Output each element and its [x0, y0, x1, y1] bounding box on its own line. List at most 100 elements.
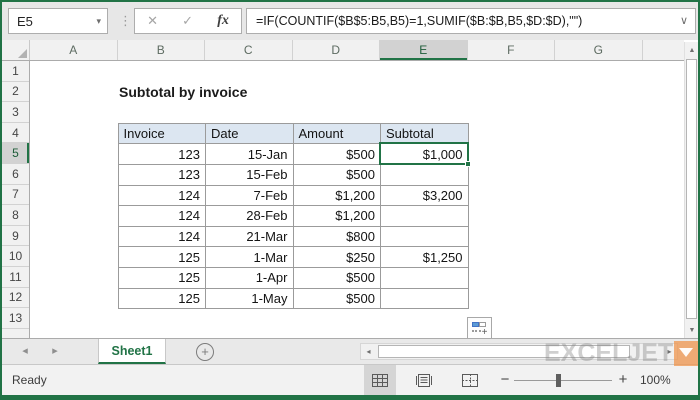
table-cell[interactable]: $500 [293, 267, 381, 289]
table-row: 125 1-Apr $500 [118, 267, 469, 289]
tab-sheet1[interactable]: Sheet1 [98, 339, 166, 364]
table-cell[interactable]: 123 [118, 144, 206, 165]
column-header-e[interactable]: E [380, 40, 468, 60]
add-sheet-button[interactable]: + [196, 343, 214, 361]
row-header-9[interactable]: 9 [2, 226, 29, 247]
row-header-12[interactable]: 12 [2, 288, 29, 309]
vertical-scrollbar[interactable]: ▲ ▼ [684, 42, 698, 338]
table-cell[interactable]: $1,000 [381, 144, 469, 165]
row-header-8[interactable]: 8 [2, 205, 29, 226]
formula-input[interactable]: =IF(COUNTIF($B$5:B5,B5)=1,SUMIF($B:$B,B5… [246, 8, 696, 34]
column-header-a[interactable]: A [30, 40, 118, 60]
page-layout-view-button[interactable] [408, 365, 440, 395]
formula-bar-splitter[interactable]: ⋮ [119, 14, 132, 27]
select-all-button[interactable] [2, 40, 30, 60]
quick-analysis-button[interactable]: + [467, 317, 492, 340]
horizontal-scroll-thumb[interactable] [378, 345, 630, 358]
table-cell[interactable]: $1,250 [381, 247, 469, 268]
table-cell[interactable] [381, 288, 469, 310]
tab-nav-left-icon[interactable]: ◂ [18, 339, 32, 364]
table-row: 123 15-Jan $500 $1,000 [118, 144, 469, 165]
table-cell[interactable]: 123 [118, 164, 206, 186]
fill-handle[interactable] [465, 161, 471, 168]
table-cell[interactable]: $250 [293, 247, 381, 268]
table-cell[interactable]: $500 [293, 144, 381, 165]
table-cell[interactable]: 124 [118, 185, 206, 207]
table-cell[interactable]: 15-Jan [206, 144, 294, 165]
quick-analysis-icon: + [471, 322, 488, 338]
table-cell[interactable]: 1-Apr [206, 267, 294, 289]
table-header-subtotal[interactable]: Subtotal [381, 123, 469, 145]
table-row: 125 1-Mar $250 $1,250 [118, 247, 469, 268]
table-cell[interactable]: 124 [118, 226, 206, 248]
table-cell[interactable]: 124 [118, 206, 206, 227]
name-box-chevron-icon[interactable]: ▾ [96, 16, 101, 27]
table-cell[interactable]: $3,200 [381, 185, 469, 207]
table-cell[interactable]: $500 [293, 164, 381, 186]
grid-view-icon [372, 373, 388, 387]
table-cell[interactable]: 15-Feb [206, 164, 294, 186]
title-cell[interactable]: Subtotal by invoice [119, 82, 247, 103]
table-cell[interactable]: 125 [118, 288, 206, 310]
formula-bar: E5 ▾ ⋮ ✕ ✓ fx =IF(COUNTIF($B$5:B5,B5)=1,… [2, 2, 698, 40]
table-cell[interactable]: $1,200 [293, 185, 381, 207]
table-cell[interactable]: 1-May [206, 288, 294, 310]
zoom-level[interactable]: 100% [640, 365, 671, 395]
insert-function-icon[interactable]: fx [217, 13, 229, 29]
vertical-scroll-thumb[interactable] [686, 59, 697, 319]
row-header-13[interactable]: 13 [2, 308, 29, 329]
horizontal-scrollbar[interactable]: ◂ ▸ [360, 343, 678, 360]
table-cell[interactable]: 125 [118, 247, 206, 268]
table-cell[interactable]: 21-Mar [206, 226, 294, 248]
table-cell[interactable] [381, 267, 469, 289]
table-cell[interactable]: 28-Feb [206, 206, 294, 227]
table-cell[interactable]: $500 [293, 288, 381, 310]
scroll-left-icon[interactable]: ◂ [361, 344, 376, 359]
table-cell[interactable]: 7-Feb [206, 185, 294, 207]
table-cell[interactable] [381, 164, 469, 186]
row-header-2[interactable]: 2 [2, 82, 29, 103]
zoom-slider[interactable] [514, 380, 612, 381]
zoom-in-button[interactable]: + [614, 365, 632, 395]
column-header-f[interactable]: F [468, 40, 555, 60]
row-header-4[interactable]: 4 [2, 123, 29, 144]
row-header-6[interactable]: 6 [2, 164, 29, 185]
column-header-d[interactable]: D [293, 40, 380, 60]
table-cell[interactable]: $800 [293, 226, 381, 248]
table-header-date[interactable]: Date [206, 123, 294, 145]
table-cell[interactable] [381, 206, 469, 227]
row-header-5[interactable]: 5 [2, 143, 29, 164]
formula-bar-expand-icon[interactable]: ∨ [680, 14, 688, 27]
scroll-up-icon[interactable]: ▲ [685, 42, 698, 58]
table-cell[interactable]: 1-Mar [206, 247, 294, 268]
select-all-triangle-icon [18, 49, 27, 58]
table-row: 124 21-Mar $800 [118, 226, 469, 248]
row-header-7[interactable]: 7 [2, 185, 29, 206]
zoom-out-button[interactable]: − [496, 365, 514, 395]
scroll-down-icon[interactable]: ▼ [685, 322, 698, 338]
row-header-1[interactable]: 1 [2, 61, 29, 82]
row-header-10[interactable]: 10 [2, 246, 29, 267]
name-box[interactable]: E5 ▾ [8, 8, 108, 34]
invoice-table: Invoice Date Amount Subtotal 123 15-Jan $500 $1… [117, 122, 469, 310]
table-header-invoice[interactable]: Invoice [118, 123, 206, 145]
table-cell[interactable] [381, 226, 469, 248]
page-break-view-button[interactable] [454, 365, 486, 395]
cancel-icon[interactable]: ✕ [147, 13, 158, 29]
table-header-amount[interactable]: Amount [293, 123, 381, 145]
table-cell[interactable]: $1,200 [293, 206, 381, 227]
column-header-b[interactable]: B [118, 40, 205, 60]
column-header-g[interactable]: G [555, 40, 643, 60]
row-header-3[interactable]: 3 [2, 102, 29, 123]
normal-view-button[interactable] [364, 365, 396, 395]
row-header-11[interactable]: 11 [2, 267, 29, 288]
column-header-c[interactable]: C [205, 40, 293, 60]
table-cell[interactable]: 125 [118, 267, 206, 289]
tab-nav-right-icon[interactable]: ▸ [48, 339, 62, 364]
table-header-row: Invoice Date Amount Subtotal [118, 123, 469, 145]
page-layout-icon [416, 373, 432, 387]
excel-window: E5 ▾ ⋮ ✕ ✓ fx =IF(COUNTIF($B$5:B5,B5)=1,… [0, 0, 700, 400]
scroll-right-icon[interactable]: ▸ [662, 344, 677, 359]
enter-icon[interactable]: ✓ [182, 13, 193, 29]
zoom-slider-thumb[interactable] [556, 374, 561, 387]
